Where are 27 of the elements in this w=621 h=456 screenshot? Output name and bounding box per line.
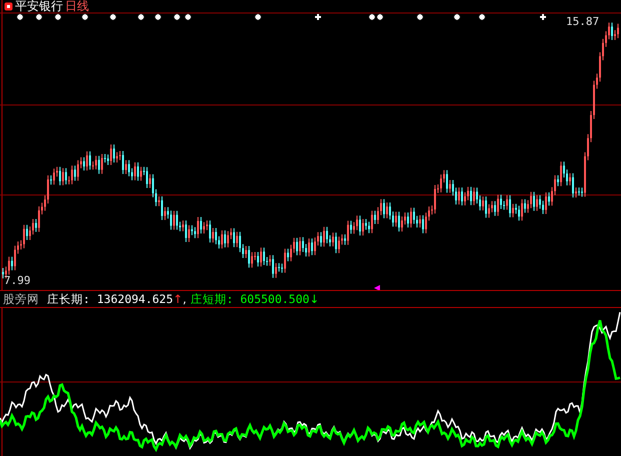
star-marker-icon [54,13,62,21]
star-marker-icon [35,13,43,21]
star-marker-icon [109,13,117,21]
star-marker-icon [154,13,162,21]
indicator-reading: 庄长期: 1362094.625 [47,292,174,306]
indicator-name: 股旁网 [3,292,39,306]
low-price-label: 7.99 [4,274,30,287]
separator: , [182,292,186,306]
trend-arrow: ↑ [173,292,183,306]
star-marker-icon [81,13,89,21]
stock-name: 平安银行 [15,0,63,13]
star-marker-icon [453,13,461,21]
trend-arrow: ↓ [309,292,320,306]
indicator-reading: 庄短期: 605500.500 [190,292,310,306]
stock-icon [4,2,13,11]
plus-marker-icon [314,13,322,21]
star-marker-icon [184,13,192,21]
high-price-label: 15.87 [566,15,600,28]
chart-period: 日线 [65,0,89,13]
star-marker-icon [254,13,262,21]
star-marker-icon [16,13,24,21]
star-marker-icon [478,13,486,21]
star-marker-icon [416,13,424,21]
triangle-marker-icon [374,285,380,290]
star-marker-icon [173,13,181,21]
plus-marker-icon [539,13,547,21]
star-marker-icon [137,13,145,21]
